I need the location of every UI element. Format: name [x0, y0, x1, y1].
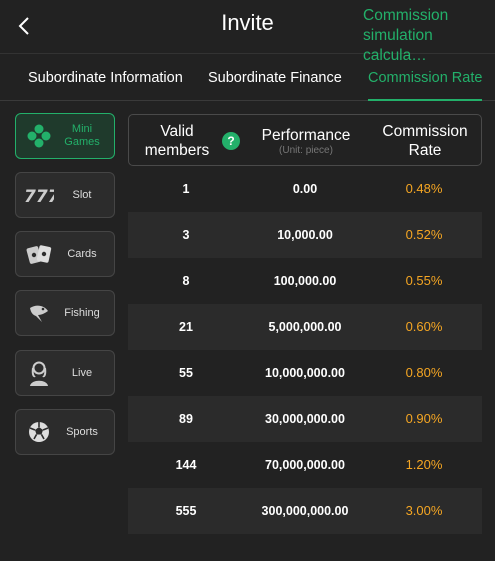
cell-performance: 5,000,000.00 [268, 320, 342, 334]
table-row: 55 10,000,000.00 0.80% [128, 350, 482, 396]
table-row: 8 100,000.00 0.55% [128, 258, 482, 304]
header-valid-members: Valid members [144, 123, 210, 159]
slot-777-icon: 777 [22, 178, 56, 212]
chevron-left-icon [18, 17, 29, 35]
cell-members: 55 [179, 366, 193, 380]
tab-commission-rate[interactable]: Commission Rate [368, 55, 483, 101]
header-performance: Performance (Unit: piece) [245, 115, 367, 167]
cell-members: 144 [175, 458, 197, 472]
cell-performance: 300,000,000.00 [261, 504, 349, 518]
cell-rate: 0.55% [405, 273, 443, 288]
cell-rate: 0.48% [405, 181, 443, 196]
cell-rate: 0.90% [405, 411, 443, 426]
table-row: 555 300,000,000.00 3.00% [128, 488, 482, 534]
header-bar: Invite Commission simulation calcula… [0, 0, 495, 64]
tab-subordinate-information[interactable]: Subordinate Information [28, 55, 183, 101]
cell-performance: 30,000,000.00 [265, 412, 345, 426]
performance-unit: (Unit: piece) [279, 144, 333, 156]
svg-text:777: 777 [24, 187, 54, 206]
cell-members: 8 [182, 274, 190, 288]
table-row: 89 30,000,000.00 0.90% [128, 396, 482, 442]
category-sports[interactable]: Sports [15, 409, 115, 455]
playing-cards-icon [22, 237, 56, 271]
table-row: 144 70,000,000.00 1.20% [128, 442, 482, 488]
category-live[interactable]: Live [15, 350, 115, 396]
cell-members: 89 [179, 412, 193, 426]
live-dealer-icon [22, 356, 56, 390]
header-commission-rate: Commission Rate [382, 123, 468, 159]
cell-performance: 100,000.00 [273, 274, 337, 288]
category-fishing[interactable]: Fishing [15, 290, 115, 336]
cell-rate: 0.60% [405, 319, 443, 334]
category-label: Live [71, 366, 93, 379]
tab-bar: Subordinate Information Subordinate Fina… [0, 55, 495, 101]
table-row: 1 0.00 0.48% [128, 166, 482, 212]
performance-label: Performance [261, 126, 351, 144]
cell-performance: 10,000.00 [277, 228, 333, 242]
cell-members: 555 [175, 504, 197, 518]
tab-subordinate-finance[interactable]: Subordinate Finance [208, 55, 342, 101]
category-label: Mini Games [64, 123, 100, 148]
cell-rate: 1.20% [405, 457, 443, 472]
category-cards[interactable]: Cards [15, 231, 115, 277]
mini-games-icon [22, 119, 56, 153]
table-row: 21 5,000,000.00 0.60% [128, 304, 482, 350]
cell-performance: 0.00 [292, 182, 318, 196]
soccer-ball-icon [22, 415, 56, 449]
category-slot[interactable]: 777 Slot [15, 172, 115, 218]
table-header: Valid members ? Performance (Unit: piece… [128, 114, 482, 166]
category-label: Sports [66, 425, 98, 438]
back-button[interactable] [10, 10, 38, 42]
fish-icon [22, 296, 56, 330]
category-label: Slot [72, 188, 92, 201]
cell-members: 1 [182, 182, 190, 196]
category-label: Cards [67, 247, 97, 260]
cell-rate: 3.00% [405, 503, 443, 518]
cell-performance: 10,000,000.00 [265, 366, 345, 380]
cell-members: 3 [182, 228, 190, 242]
cell-members: 21 [179, 320, 193, 334]
cell-performance: 70,000,000.00 [265, 458, 345, 472]
help-icon[interactable]: ? [222, 132, 240, 150]
cell-rate: 0.52% [405, 227, 443, 242]
cell-rate: 0.80% [405, 365, 443, 380]
table-row: 3 10,000.00 0.52% [128, 212, 482, 258]
category-label: Fishing [64, 306, 100, 319]
category-mini-games[interactable]: Mini Games [15, 113, 115, 159]
